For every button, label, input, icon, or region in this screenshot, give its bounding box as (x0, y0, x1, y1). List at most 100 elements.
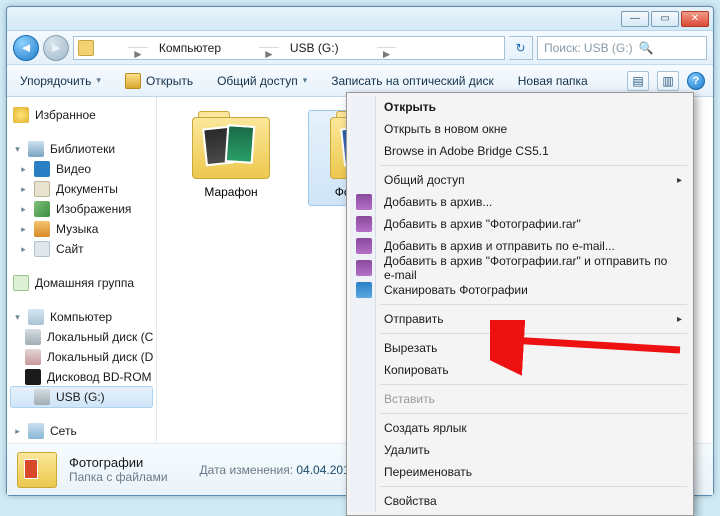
details-date-label: Дата изменения: (200, 463, 294, 477)
refresh-button[interactable]: ↻ (509, 36, 533, 60)
homegroup-icon (13, 275, 29, 291)
ctx-scan[interactable]: Сканировать Фотографии (350, 279, 690, 301)
archive-icon (356, 238, 372, 254)
breadcrumb[interactable]: ► Компьютер ► USB (G:) ► (73, 36, 505, 60)
chevron-down-icon: ▾ (96, 75, 101, 86)
sidebar-label: Сайт (56, 242, 84, 256)
sidebar-label: Локальный диск (C (47, 330, 153, 344)
ctx-properties[interactable]: Свойства (350, 490, 690, 512)
organize-label: Упорядочить (20, 74, 91, 88)
submenu-arrow-icon: ▸ (677, 314, 682, 325)
search-placeholder: Поиск: USB (G:) (544, 41, 633, 55)
ctx-browse-bridge[interactable]: Browse in Adobe Bridge CS5.1 (350, 140, 690, 162)
sidebar-item-usb[interactable]: USB (G:) (11, 387, 152, 407)
crumb-sep: ► (128, 47, 148, 48)
open-label: Открыть (146, 74, 193, 88)
sidebar-label: Сеть (50, 424, 77, 438)
crumb-computer[interactable]: Компьютер (155, 41, 225, 55)
usb-icon (34, 389, 50, 405)
sidebar-libraries[interactable]: ▾ Библиотеки (11, 139, 152, 159)
search-input[interactable]: Поиск: USB (G:) 🔍 (537, 36, 707, 60)
open-button[interactable]: Открыть (120, 70, 198, 92)
ctx-share[interactable]: Общий доступ▸ (350, 169, 690, 191)
sidebar-label: Библиотеки (50, 142, 115, 156)
ctx-copy[interactable]: Копировать (350, 359, 690, 381)
folder-item-marathon[interactable]: Марафон (171, 111, 291, 205)
navigation-bar: ◄ ► ► Компьютер ► USB (G:) ► ↻ Поиск: US… (7, 31, 713, 65)
organize-button[interactable]: Упорядочить ▾ (15, 71, 106, 91)
ctx-rename[interactable]: Переименовать (350, 461, 690, 483)
share-label: Общий доступ (217, 74, 298, 88)
ctx-paste: Вставить (350, 388, 690, 410)
details-subtitle: Папка с файлами (69, 470, 168, 484)
sidebar-item-video[interactable]: ▸Видео (11, 159, 152, 179)
sidebar-computer[interactable]: ▾Компьютер (11, 307, 152, 327)
sidebar-network[interactable]: ▸ Сеть (11, 421, 152, 441)
close-button[interactable]: ✕ (681, 11, 709, 27)
folder-icon (192, 117, 270, 179)
chevron-down-icon: ▾ (303, 75, 308, 86)
archive-icon (356, 260, 372, 276)
crumb-usb[interactable]: USB (G:) (286, 41, 343, 55)
folder-label: Марафон (204, 185, 257, 199)
sidebar-label: Видео (56, 162, 91, 176)
sidebar-item-images[interactable]: ▸Изображения (11, 199, 152, 219)
sidebar-label: USB (G:) (56, 390, 105, 404)
sidebar-favorites[interactable]: Избранное (11, 105, 152, 125)
site-icon (34, 241, 50, 257)
sidebar-label: Музыка (56, 222, 98, 236)
preview-pane-button[interactable]: ▥ (657, 71, 679, 91)
ctx-cut[interactable]: Вырезать (350, 337, 690, 359)
submenu-arrow-icon: ▸ (677, 175, 682, 186)
sidebar-item-drive-c[interactable]: Локальный диск (C (11, 327, 152, 347)
collapse-icon: ▾ (13, 144, 22, 155)
music-icon (34, 221, 50, 237)
view-button[interactable]: ▤ (627, 71, 649, 91)
archive-icon (356, 216, 372, 232)
sidebar-item-site[interactable]: ▸Сайт (11, 239, 152, 259)
sidebar-label: Домашняя группа (35, 276, 134, 290)
sidebar-homegroup[interactable]: Домашняя группа (11, 273, 152, 293)
sidebar-item-documents[interactable]: ▸Документы (11, 179, 152, 199)
minimize-button[interactable]: — (621, 11, 649, 27)
sidebar-label: Избранное (35, 108, 96, 122)
navigation-sidebar: Избранное ▾Библиотеки ▸Видео ▸Документы … (7, 97, 157, 443)
expand-icon: ▸ (13, 426, 22, 437)
ctx-open-new-window[interactable]: Открыть в новом окне (350, 118, 690, 140)
burn-label: Записать на оптический диск (331, 74, 494, 88)
back-button[interactable]: ◄ (13, 35, 39, 61)
video-icon (34, 161, 50, 177)
computer-icon (28, 309, 44, 325)
ctx-add-photo-rar[interactable]: Добавить в архив "Фотографии.rar" (350, 213, 690, 235)
star-icon (13, 107, 29, 123)
drive-icon (78, 40, 94, 56)
disc-icon (25, 369, 41, 385)
sidebar-label: Изображения (56, 202, 131, 216)
crumb-sep: ► (259, 47, 279, 48)
context-menu: Открыть Открыть в новом окне Browse in A… (346, 92, 694, 516)
forward-button[interactable]: ► (43, 35, 69, 61)
share-button[interactable]: Общий доступ ▾ (212, 71, 312, 91)
library-icon (28, 141, 44, 157)
maximize-button[interactable]: ▭ (651, 11, 679, 27)
sidebar-item-drive-d[interactable]: Локальный диск (D (11, 347, 152, 367)
sidebar-item-bdrom[interactable]: Дисковод BD-ROM (11, 367, 152, 387)
drive-icon (25, 349, 41, 365)
crumb-sep: ► (377, 47, 397, 48)
ctx-send-to[interactable]: Отправить▸ (350, 308, 690, 330)
sidebar-label: Компьютер (50, 310, 112, 324)
ctx-open[interactable]: Открыть (350, 96, 690, 118)
sidebar-label: Документы (56, 182, 118, 196)
ctx-delete[interactable]: Удалить (350, 439, 690, 461)
burn-button[interactable]: Записать на оптический диск (326, 71, 499, 91)
details-thumbnail (17, 452, 57, 488)
sidebar-item-music[interactable]: ▸Музыка (11, 219, 152, 239)
ctx-add-archive[interactable]: Добавить в архив... (350, 191, 690, 213)
sidebar-label: Дисковод BD-ROM (47, 370, 152, 384)
ctx-add-photo-email[interactable]: Добавить в архив "Фотографии.rar" и отпр… (350, 257, 690, 279)
new-folder-button[interactable]: Новая папка (513, 71, 593, 91)
ctx-create-shortcut[interactable]: Создать ярлык (350, 417, 690, 439)
details-title: Фотографии (69, 455, 168, 470)
image-icon (34, 201, 50, 217)
help-button[interactable]: ? (687, 72, 705, 90)
